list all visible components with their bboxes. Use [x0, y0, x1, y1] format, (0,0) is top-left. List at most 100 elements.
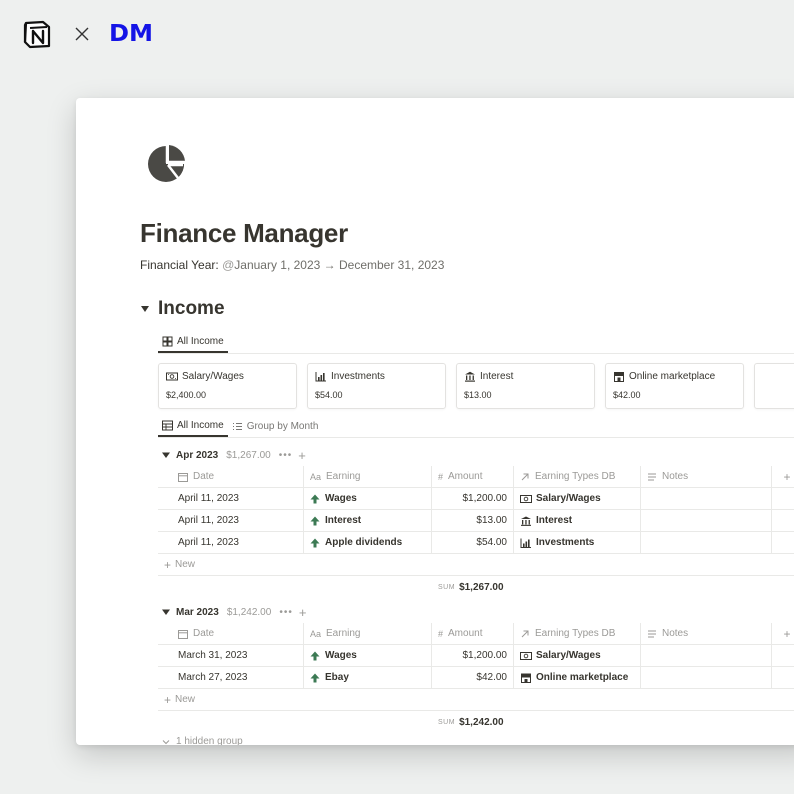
column-amount[interactable]: # Amount — [432, 466, 514, 487]
brand-row: DM — [22, 18, 154, 50]
store-icon — [614, 372, 624, 382]
money-icon — [520, 651, 532, 660]
card-title: Interest — [480, 371, 514, 382]
card-title: Online marketplace — [629, 371, 716, 382]
column-amount[interactable]: # Amount — [432, 623, 514, 644]
add-column-button[interactable]: + — [772, 623, 794, 644]
sum-value[interactable]: $1,267.00 — [459, 582, 504, 593]
tab-all-income-table[interactable]: All Income — [158, 416, 228, 437]
financial-year-property: Financial Year: @January 1, 2023 → Decem… — [140, 258, 444, 272]
relation-arrow-icon — [521, 473, 529, 480]
more-options-icon[interactable]: ••• — [279, 607, 293, 618]
money-icon — [520, 494, 532, 503]
number-type-icon: # — [438, 471, 444, 482]
card-value: $2,400.00 — [166, 390, 207, 400]
card-interest[interactable]: Interest $13.00 — [456, 363, 595, 409]
up-arrow-icon — [310, 494, 320, 503]
table-header-row: Date Aa Earning # Amount Earning Types DB … — [158, 466, 794, 488]
column-date[interactable]: Date — [158, 623, 304, 644]
add-to-group-icon[interactable]: + — [299, 605, 307, 620]
sum-row: SUM $1,242.00 — [158, 711, 794, 733]
income-heading: Income — [158, 298, 225, 319]
add-column-button[interactable]: + — [772, 466, 794, 487]
column-earning-types[interactable]: Earning Types DB — [514, 466, 641, 487]
column-earning[interactable]: Aa Earning — [304, 466, 432, 487]
more-options-icon[interactable]: ••• — [279, 450, 293, 461]
toggle-triangle-icon[interactable] — [140, 304, 150, 314]
group-mar-2023: Mar 2023 $1,242.00 ••• + Date Aa Earning … — [158, 601, 794, 733]
income-section-heading: Income — [140, 298, 225, 320]
tab-label: All Income — [177, 420, 224, 431]
new-row-button[interactable]: + New — [158, 554, 794, 576]
group-apr-2023: Apr 2023 $1,267.00 ••• + Date Aa Earning … — [158, 444, 794, 598]
card-investments[interactable]: Investments $54.00 — [307, 363, 446, 409]
column-notes[interactable]: Notes — [641, 623, 772, 644]
up-arrow-icon — [310, 538, 320, 547]
financial-year-date-range[interactable]: January 1, 2023 → December 31, 2023 — [234, 258, 444, 272]
text-lines-icon — [648, 473, 656, 480]
table-row[interactable]: April 11, 2023 Wages $1,200.00 Salary/Wa… — [158, 488, 794, 510]
up-arrow-icon — [310, 516, 320, 525]
chevron-down-icon — [162, 739, 170, 744]
financial-year-label: Financial Year: — [140, 258, 219, 272]
toggle-triangle-icon[interactable] — [162, 608, 170, 616]
group-header: Mar 2023 $1,242.00 ••• + — [158, 601, 794, 623]
sum-row: SUM $1,267.00 — [158, 576, 794, 598]
card-partial[interactable] — [754, 363, 794, 409]
column-earning[interactable]: Aa Earning — [304, 623, 432, 644]
tab-label: Group by Month — [246, 421, 319, 432]
hidden-group-label: 1 hidden group — [176, 736, 243, 745]
up-arrow-icon — [310, 673, 320, 682]
group-name: Mar 2023 — [176, 606, 219, 618]
earning-type-cards: Salary/Wages $2,400.00 Investments $54.0… — [158, 363, 794, 409]
gallery-icon — [162, 336, 173, 347]
sum-value[interactable]: $1,242.00 — [459, 717, 504, 728]
calendar-icon — [178, 472, 188, 482]
column-notes[interactable]: Notes — [641, 466, 772, 487]
plus-icon: + — [164, 557, 172, 572]
tab-label: All Income — [177, 336, 224, 347]
plus-icon: + — [164, 692, 172, 707]
relation-arrow-icon — [521, 630, 529, 637]
card-value: $54.00 — [315, 390, 343, 400]
times-icon — [75, 27, 89, 41]
bank-icon — [521, 516, 531, 526]
up-arrow-icon — [310, 651, 320, 660]
income-view-tabs: All Income — [158, 332, 794, 354]
calendar-icon — [178, 629, 188, 639]
tab-group-by-month[interactable]: Group by Month — [228, 416, 323, 437]
new-row-button[interactable]: + New — [158, 689, 794, 711]
page-title: Finance Manager — [140, 218, 348, 248]
text-type-icon: Aa — [310, 471, 322, 482]
card-online-marketplace[interactable]: Online marketplace $42.00 — [605, 363, 744, 409]
table-row[interactable]: March 27, 2023 Ebay $42.00 Online market… — [158, 667, 794, 689]
notion-page-window: Finance Manager Financial Year: @January… — [76, 98, 794, 745]
chart-icon — [520, 538, 531, 548]
group-sum: $1,267.00 — [226, 449, 271, 461]
money-icon — [166, 372, 178, 381]
card-value: $42.00 — [613, 390, 641, 400]
toggle-triangle-icon[interactable] — [162, 451, 170, 459]
hidden-group-toggle[interactable]: 1 hidden group — [162, 736, 243, 745]
table-icon — [162, 420, 173, 431]
pie-chart-icon[interactable] — [146, 144, 186, 184]
store-icon — [521, 673, 531, 683]
table-row[interactable]: April 11, 2023 Interest $13.00 Interest — [158, 510, 794, 532]
group-sum: $1,242.00 — [226, 606, 272, 618]
mention-at-symbol: @ — [222, 258, 235, 272]
table-view-tabs: All Income Group by Month — [158, 416, 794, 438]
table-row[interactable]: April 11, 2023 Apple dividends $54.00 In… — [158, 532, 794, 554]
sum-label: SUM — [438, 583, 456, 591]
column-date[interactable]: Date — [158, 466, 304, 487]
notion-logo-icon — [23, 20, 51, 49]
chart-icon — [315, 372, 326, 382]
dm-logo: DM — [108, 21, 154, 47]
tab-all-income-gallery[interactable]: All Income — [158, 332, 228, 353]
table-row[interactable]: March 31, 2023 Wages $1,200.00 Salary/Wa… — [158, 645, 794, 667]
card-salary-wages[interactable]: Salary/Wages $2,400.00 — [158, 363, 297, 409]
list-icon — [232, 423, 242, 430]
column-earning-types[interactable]: Earning Types DB — [514, 623, 641, 644]
text-type-icon: Aa — [310, 628, 322, 639]
add-to-group-icon[interactable]: + — [298, 448, 306, 463]
bank-icon — [465, 371, 475, 382]
